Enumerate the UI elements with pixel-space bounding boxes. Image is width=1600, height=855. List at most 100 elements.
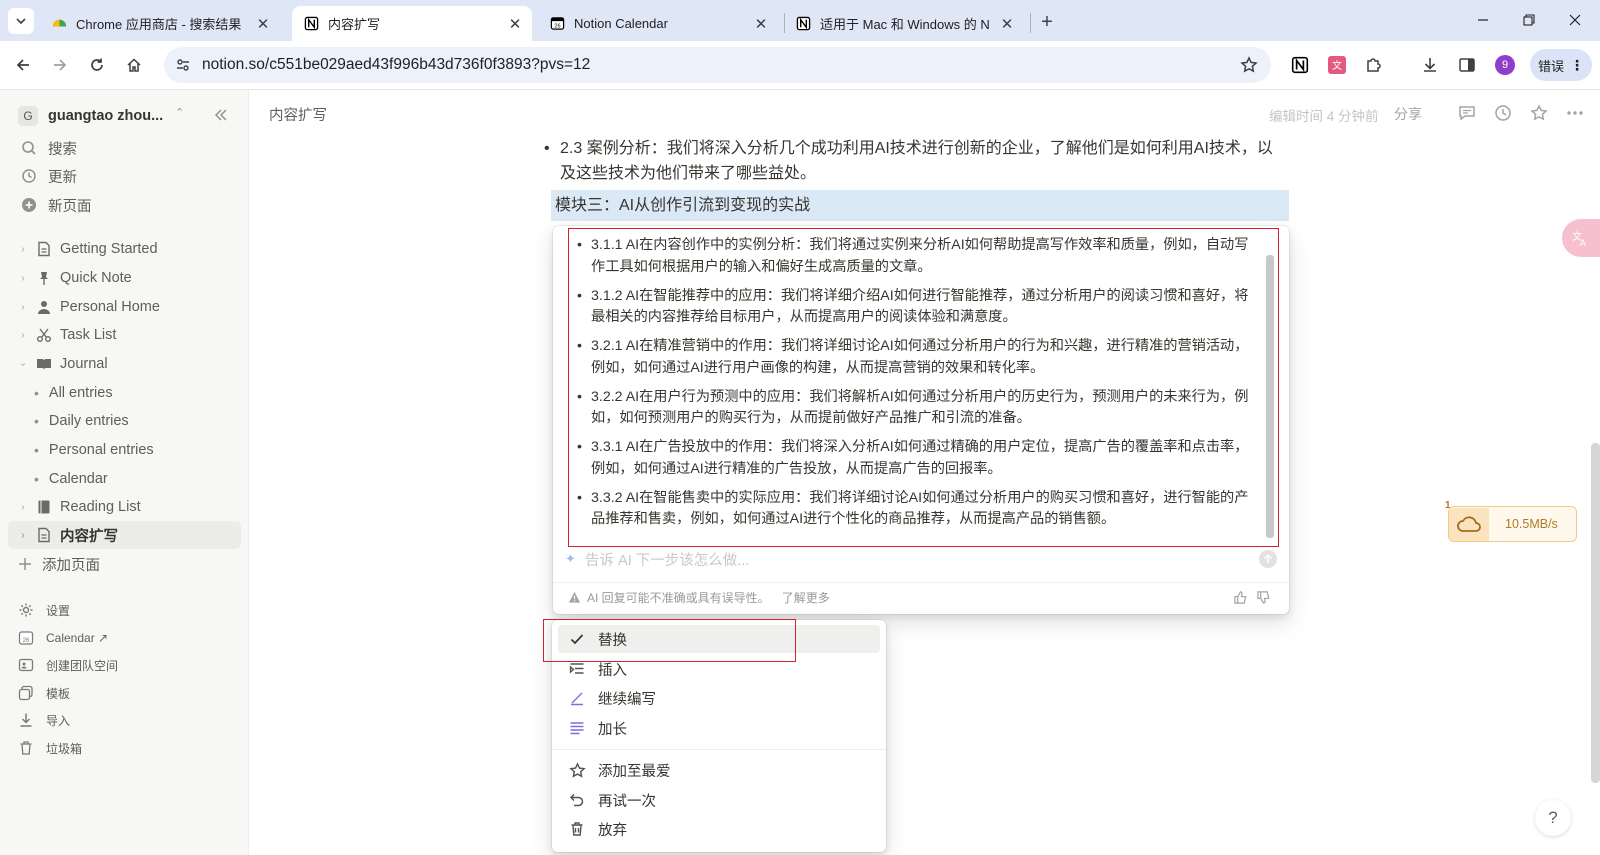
menu-item-make-longer[interactable]: 加长 (558, 714, 880, 742)
sidebar-create-teamspace[interactable]: 创建团队空间 (8, 652, 241, 678)
network-speed-widget[interactable]: 10.5MB/s (1448, 506, 1577, 542)
address-bar[interactable]: notion.so/c551be029aed43f996b43d736f0f38… (164, 47, 1271, 83)
sidebar-calendar[interactable]: 26 Calendar ↗ (8, 625, 241, 651)
chevron-right-icon[interactable]: › (16, 273, 30, 284)
more-horizontal-icon[interactable] (1564, 102, 1586, 124)
forward-button[interactable] (46, 51, 74, 79)
thumbs-up-icon[interactable] (1233, 590, 1248, 605)
minimize-button[interactable] (1460, 6, 1506, 34)
sidebar-page-personal-home[interactable]: › Personal Home (8, 293, 241, 321)
menu-item-add-favorite[interactable]: 添加至最爱 (558, 756, 880, 784)
sidebar-page-quick-note[interactable]: › Quick Note (8, 264, 241, 292)
help-button[interactable]: ? (1535, 800, 1571, 836)
list-item: 3.1.1 AI在内容创作中的实例分析：我们将通过实例来分析AI如何帮助提高写作… (577, 235, 1259, 278)
share-button[interactable]: 分享 (1394, 104, 1422, 124)
sidebar-journal-personal-entries[interactable]: • Personal entries (8, 436, 241, 464)
sidebar-item-label: Calendar ↗ (46, 631, 109, 645)
chevron-right-icon[interactable]: › (16, 530, 30, 541)
chevron-right-icon[interactable]: › (16, 302, 30, 313)
sidebar-item-label: 模板 (46, 686, 71, 701)
close-window-button[interactable] (1552, 6, 1598, 34)
send-button[interactable] (1259, 550, 1277, 568)
close-icon[interactable]: ✕ (252, 13, 274, 35)
sidebar-page-reading-list[interactable]: › Reading List (8, 493, 241, 521)
chevron-right-icon[interactable]: › (16, 502, 30, 513)
restore-icon (1523, 14, 1535, 26)
menu-item-discard[interactable]: 放弃 (558, 815, 880, 843)
network-speed: 10.5MB/s (1505, 517, 1558, 531)
chevron-down-icon[interactable]: › (18, 357, 29, 371)
sidebar-item-label: 设置 (46, 603, 71, 618)
book-icon (34, 497, 54, 517)
sidebar-item-label: Reading List (60, 499, 141, 515)
sidebar-page-getting-started[interactable]: › Getting Started (8, 235, 241, 263)
extensions-puzzle-icon[interactable] (1363, 54, 1385, 76)
content-bullet[interactable]: 2.3 案例分析：我们将深入分析几个成功利用AI技术进行创新的企业，了解他们是如… (544, 136, 1280, 186)
undo-arrow-icon (566, 789, 588, 811)
ai-scrollbar[interactable] (1266, 255, 1274, 538)
profile-error-button[interactable]: 错误 ⋮ (1530, 49, 1592, 81)
favorite-star-icon[interactable] (1528, 102, 1550, 124)
tab-search-button[interactable] (8, 8, 34, 34)
side-panel-icon[interactable] (1456, 54, 1478, 76)
thumbs-down-icon[interactable] (1256, 590, 1271, 605)
sidebar-journal-calendar[interactable]: • Calendar (8, 465, 241, 493)
sidebar-page-task-list[interactable]: › Task List (8, 321, 241, 349)
learn-more-link[interactable]: 了解更多 (782, 589, 830, 606)
restore-button[interactable] (1506, 6, 1552, 34)
list-item: 3.2.2 AI在用户行为预测中的应用：我们将解析AI如何通过分析用户的历史行为… (577, 387, 1259, 430)
tab-notion-calendar[interactable]: 26 Notion Calendar ✕ (538, 6, 778, 41)
menu-item-retry[interactable]: 再试一次 (558, 786, 880, 814)
tab-content-expand[interactable]: 内容扩写 ✕ (292, 6, 532, 41)
sidebar-item-label: Task List (60, 327, 117, 343)
menu-item-label: 再试一次 (598, 793, 656, 810)
back-button[interactable] (9, 51, 37, 79)
translate-float-button[interactable]: 文A (1562, 219, 1600, 257)
bookmark-star-icon[interactable] (1239, 55, 1259, 75)
tab-notion-download[interactable]: 适用于 Mac 和 Windows 的 N ✕ (784, 6, 1024, 41)
svg-text:26: 26 (554, 24, 560, 30)
collapse-sidebar-button[interactable] (210, 104, 232, 126)
sidebar-search[interactable]: 搜索 (8, 134, 241, 162)
sidebar-journal-all-entries[interactable]: • All entries (8, 379, 241, 407)
translate-extension-icon[interactable]: 文 (1326, 54, 1348, 76)
chevron-right-icon[interactable]: › (16, 244, 30, 255)
sidebar-templates[interactable]: 模板 (8, 680, 241, 706)
tab-chrome-store[interactable]: Chrome 应用商店 - 搜索结果 ✕ (40, 6, 280, 41)
sidebar-add-page[interactable]: 添加页面 (8, 550, 241, 578)
sidebar-page-content-expand[interactable]: › 内容扩写 (8, 521, 241, 549)
menu-item-label: 加长 (598, 721, 627, 738)
sidebar-item-label: 更新 (48, 169, 77, 186)
sidebar-item-label: 添加页面 (42, 557, 100, 574)
menu-item-continue-writing[interactable]: 继续编写 (558, 684, 880, 712)
profile-avatar[interactable]: 9 (1494, 54, 1516, 76)
sidebar-new-page[interactable]: 新页面 (8, 191, 241, 219)
sidebar-item-label: Getting Started (60, 241, 158, 257)
close-icon[interactable]: ✕ (750, 13, 772, 35)
new-tab-button[interactable]: + (1034, 9, 1060, 35)
close-icon[interactable]: ✕ (504, 13, 526, 35)
workspace-switcher[interactable]: G guangtao zhou... ⌃ (18, 104, 243, 128)
sidebar-trash[interactable]: 垃圾箱 (8, 735, 241, 761)
notion-extension-icon[interactable] (1289, 54, 1311, 76)
sidebar-page-journal[interactable]: › Journal (8, 350, 241, 378)
chevron-right-icon[interactable]: › (16, 330, 30, 341)
comment-icon[interactable] (1456, 102, 1478, 124)
site-info-icon[interactable] (174, 56, 192, 74)
tab-title: Notion Calendar (574, 16, 668, 31)
reload-button[interactable] (83, 51, 111, 79)
page-scrollbar[interactable] (1591, 443, 1600, 783)
notion-icon (796, 16, 811, 31)
history-clock-icon[interactable] (1492, 102, 1514, 124)
sidebar-import[interactable]: 导入 (8, 707, 241, 733)
sidebar-updates[interactable]: 更新 (8, 162, 241, 190)
selected-heading[interactable]: 模块三：AI从创作引流到变现的实战 (551, 190, 1289, 221)
breadcrumb[interactable]: 内容扩写 (269, 104, 327, 125)
sidebar-journal-daily-entries[interactable]: • Daily entries (8, 407, 241, 435)
download-icon[interactable] (1419, 54, 1441, 76)
sidebar-settings[interactable]: 设置 (8, 597, 241, 623)
ai-prompt-input[interactable]: 告诉 AI 下一步该怎么做... (585, 549, 749, 570)
url-text[interactable]: notion.so/c551be029aed43f996b43d736f0f38… (202, 56, 590, 74)
close-icon[interactable]: ✕ (996, 13, 1018, 35)
home-button[interactable] (120, 51, 148, 79)
